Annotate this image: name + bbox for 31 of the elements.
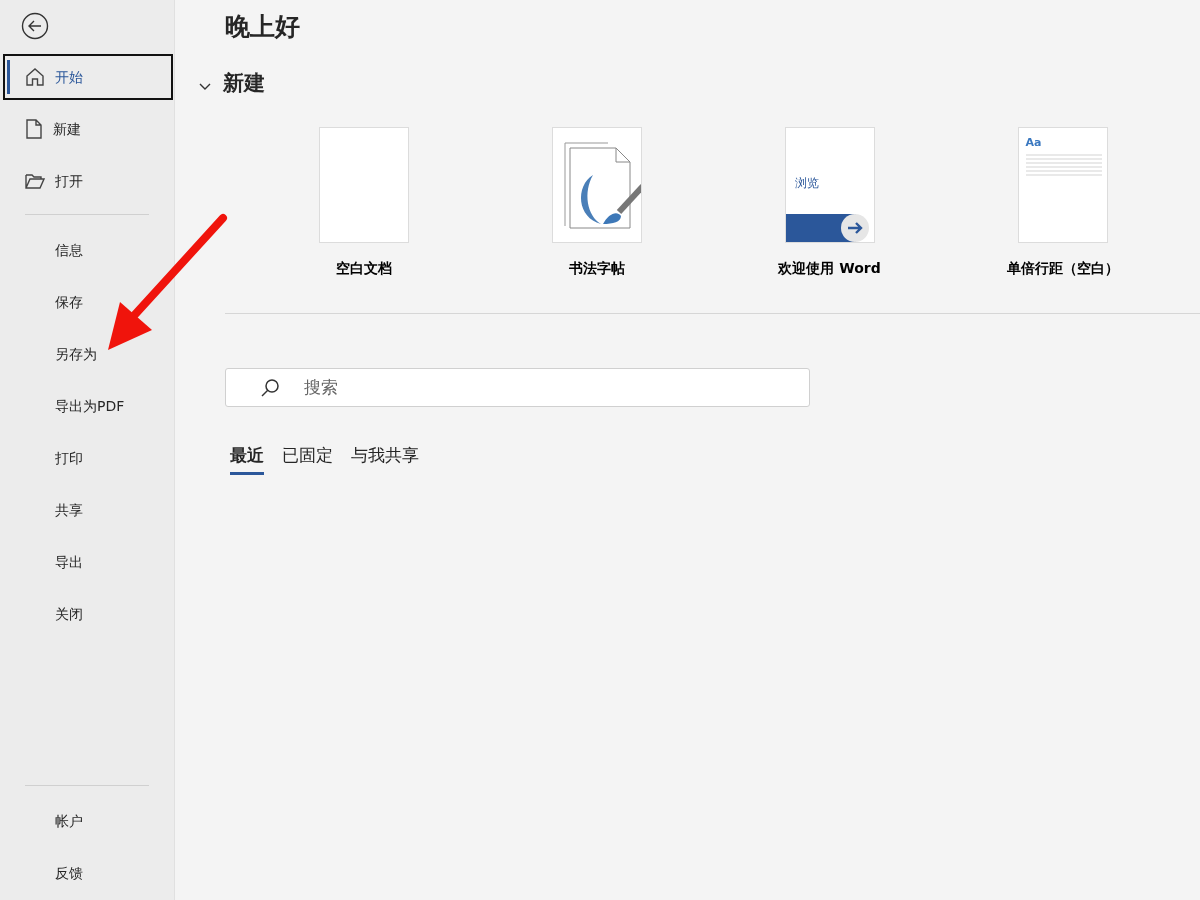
sidebar-item[interactable]: 帐户	[3, 798, 173, 844]
sidebar-item[interactable]: 信息	[3, 227, 173, 273]
sidebar-item[interactable]: 共享	[3, 487, 173, 533]
template-item[interactable]: 浏览 欢迎使用 Word	[713, 127, 946, 279]
sidebar-item[interactable]: 反馈	[3, 850, 173, 896]
back-button[interactable]	[21, 12, 49, 40]
home-icon	[25, 67, 45, 87]
sidebar-item[interactable]: 新建	[3, 106, 173, 152]
template-item[interactable]: 空白文档	[247, 127, 480, 279]
tab[interactable]: 已固定	[282, 443, 333, 475]
sidebar-item[interactable]: 关闭	[3, 591, 173, 637]
tab[interactable]: 最近	[230, 443, 264, 475]
sidebar-item[interactable]: 打开	[3, 158, 173, 204]
search-input[interactable]: 搜索	[302, 373, 809, 402]
template-item[interactable]: Aa 单倍行距（空白）	[946, 127, 1179, 279]
sidebar-item[interactable]: 另存为	[3, 331, 173, 377]
thumbnail-text: Aa	[1025, 135, 1042, 151]
sidebar-item[interactable]: 开始	[3, 54, 173, 100]
thumbnail-text: 浏览	[794, 175, 819, 192]
document-icon	[25, 119, 43, 139]
section-title: 新建	[223, 69, 265, 97]
search-field[interactable]: 搜索	[225, 368, 810, 407]
sidebar-item[interactable]: 保存	[3, 279, 173, 325]
sidebar-item[interactable]: 打印	[3, 435, 173, 481]
template-item[interactable]: 书法字帖	[480, 127, 713, 279]
greeting-heading: 晚上好	[225, 11, 301, 43]
search-icon	[260, 377, 280, 398]
folder-icon	[25, 173, 45, 189]
sidebar-item[interactable]: 导出	[3, 539, 173, 585]
tab[interactable]: 与我共享	[351, 443, 419, 475]
sidebar-item[interactable]: 导出为PDF	[3, 383, 173, 429]
